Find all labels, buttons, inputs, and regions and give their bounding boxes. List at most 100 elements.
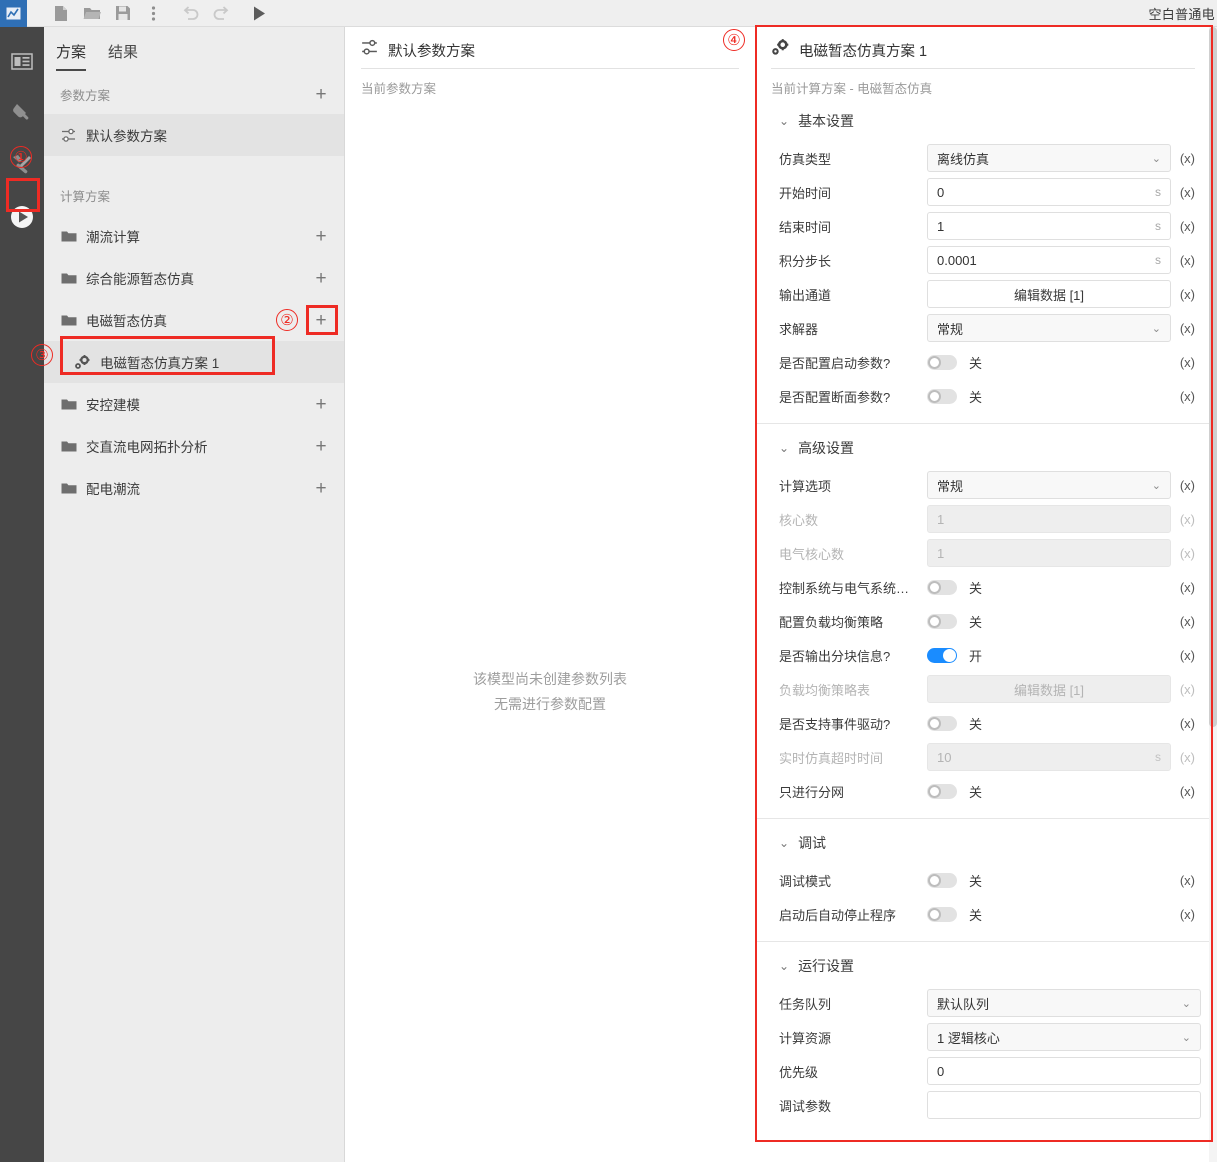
tab-results[interactable]: 结果	[108, 41, 138, 71]
more-options-icon[interactable]	[138, 0, 169, 27]
expression-button[interactable]: (x)	[1171, 750, 1201, 765]
sidebar-rail-device[interactable]	[0, 87, 44, 139]
text-input[interactable]	[927, 1091, 1201, 1119]
add-integrated-energy-button[interactable]: +	[312, 269, 330, 288]
expression-button[interactable]: (x)	[1171, 873, 1201, 888]
scrollbar-thumb[interactable]	[1209, 27, 1217, 727]
chevron-down-icon: ⌄	[779, 836, 790, 850]
toggle-switch[interactable]	[927, 613, 957, 629]
property-label: 任务队列	[779, 996, 832, 1012]
expression-button[interactable]: (x)	[1171, 219, 1201, 234]
expression-button[interactable]: (x)	[1171, 512, 1201, 527]
toggle-wrapper: 关	[927, 905, 982, 924]
folder-item-distribution-power-flow[interactable]: 配电潮流 +	[44, 467, 344, 509]
expression-button[interactable]: (x)	[1171, 682, 1201, 697]
expression-button[interactable]: (x)	[1171, 355, 1201, 370]
property-label: 实时仿真超时时间	[779, 750, 884, 766]
toggle-switch[interactable]	[927, 715, 957, 731]
folder-item-ac-dc-topology[interactable]: 交直流电网拓扑分析 +	[44, 425, 344, 467]
expression-button[interactable]: (x)	[1171, 716, 1201, 731]
property-row: 积分步长 0.0001 s (x)	[757, 243, 1209, 277]
text-input[interactable]: 0.0001 s	[927, 246, 1171, 274]
folder-item-integrated-energy[interactable]: 综合能源暂态仿真 +	[44, 257, 344, 299]
property-control: 默认队列 ⌄	[927, 989, 1201, 1017]
text-input[interactable]: 0	[927, 1057, 1201, 1085]
save-icon[interactable]	[107, 0, 138, 27]
toggle-switch[interactable]	[927, 579, 957, 595]
field-value: 10	[937, 749, 952, 765]
expression-button[interactable]: (x)	[1171, 151, 1201, 166]
expression-button[interactable]: (x)	[1171, 478, 1201, 493]
field-unit: s	[1155, 219, 1161, 233]
field-value: 0	[937, 184, 945, 200]
add-security-modeling-button[interactable]: +	[312, 395, 330, 414]
select-field[interactable]: 默认队列 ⌄	[927, 989, 1201, 1017]
list-item-emt-scheme-1[interactable]: 电磁暂态仿真方案 1	[44, 341, 344, 383]
new-file-icon[interactable]	[45, 0, 76, 27]
redo-icon[interactable]	[206, 0, 237, 27]
folder-item-power-flow[interactable]: 潮流计算 +	[44, 215, 344, 257]
add-power-flow-button[interactable]: +	[312, 227, 330, 246]
expression-button[interactable]: (x)	[1171, 321, 1201, 336]
tab-scheme[interactable]: 方案	[56, 41, 87, 71]
folder-item-emt[interactable]: 电磁暂态仿真 +	[44, 299, 344, 341]
undo-icon[interactable]	[175, 0, 206, 27]
expression-button[interactable]: (x)	[1171, 287, 1201, 302]
select-field[interactable]: 离线仿真 ⌄	[927, 144, 1171, 172]
expression-button[interactable]: (x)	[1171, 389, 1201, 404]
open-folder-icon[interactable]	[76, 0, 107, 27]
property-group-debug-settings: ⌄ 调试 调试模式关 (x) 启动后自动停止程序关 (x)	[757, 819, 1209, 942]
folder-item-security-modeling[interactable]: 安控建模 +	[44, 383, 344, 425]
property-control	[927, 1091, 1201, 1119]
property-control: 0s	[927, 178, 1171, 206]
expression-button[interactable]: (x)	[1171, 907, 1201, 922]
select-field[interactable]: 常规 ⌄	[927, 471, 1171, 499]
group-header-basic-settings[interactable]: ⌄ 基本设置	[757, 97, 1209, 141]
property-label: 是否配置断面参数?	[779, 389, 891, 405]
select-field[interactable]: 1 逻辑核心 ⌄	[927, 1023, 1201, 1051]
expression-button[interactable]: (x)	[1171, 546, 1201, 561]
toggle-switch[interactable]	[927, 388, 957, 404]
property-label: 是否输出分块信息?	[779, 648, 891, 664]
select-field[interactable]: 常规 ⌄	[927, 314, 1171, 342]
edit-data-button[interactable]: 编辑数据 [1]	[927, 280, 1171, 308]
expression-button[interactable]: (x)	[1171, 253, 1201, 268]
list-item-default-param-scheme[interactable]: 默认参数方案	[44, 114, 344, 156]
add-param-scheme-button[interactable]: +	[312, 85, 330, 104]
group-header-debug-settings[interactable]: ⌄ 调试	[757, 819, 1209, 863]
toggle-wrapper: 关	[927, 353, 982, 372]
property-label: 负载均衡策略表	[779, 682, 871, 698]
param-detail-subtitle: 当前参数方案	[361, 82, 437, 96]
toggle-switch[interactable]	[927, 906, 957, 922]
expression-button[interactable]: (x)	[1171, 784, 1201, 799]
toggle-switch[interactable]	[927, 354, 957, 370]
expression-button[interactable]: (x)	[1171, 185, 1201, 200]
toggle-switch[interactable]	[927, 783, 957, 799]
expression-button[interactable]: (x)	[1171, 648, 1201, 663]
toggle-switch[interactable]	[927, 647, 957, 663]
sidebar-rail-library[interactable]	[0, 35, 44, 87]
toggle-wrapper: 关	[927, 871, 982, 890]
run-icon[interactable]	[243, 0, 274, 27]
vertical-scrollbar[interactable]	[1209, 27, 1217, 1162]
add-emt-scheme-button[interactable]: +	[312, 311, 330, 330]
calc-section-header: 计算方案	[44, 156, 344, 215]
property-row: 配置负载均衡策略 关 (x)	[757, 604, 1209, 638]
sidebar-rail-run[interactable]	[0, 191, 44, 243]
expression-button[interactable]: (x)	[1171, 580, 1201, 595]
group-header-run-settings[interactable]: ⌄ 运行设置	[757, 942, 1209, 986]
toggle-wrapper: 开	[927, 646, 982, 665]
add-distribution-power-flow-button[interactable]: +	[312, 479, 330, 498]
group-header-advanced-settings[interactable]: ⌄ 高级设置	[757, 424, 1209, 468]
group-label: 高级设置	[798, 440, 855, 456]
text-input[interactable]: 1s	[927, 212, 1171, 240]
param-scheme-detail-panel: 默认参数方案 当前参数方案 该模型尚未创建参数列表 无需进行参数配置	[345, 27, 755, 1162]
toggle-switch[interactable]	[927, 872, 957, 888]
chevron-down-icon: ⌄	[1151, 322, 1161, 335]
sliders-icon	[361, 39, 378, 61]
property-control: 0.0001 s	[927, 246, 1171, 274]
property-label: 只进行分网	[779, 784, 845, 800]
expression-button[interactable]: (x)	[1171, 614, 1201, 629]
text-input[interactable]: 0s	[927, 178, 1171, 206]
add-ac-dc-topology-button[interactable]: +	[312, 437, 330, 456]
